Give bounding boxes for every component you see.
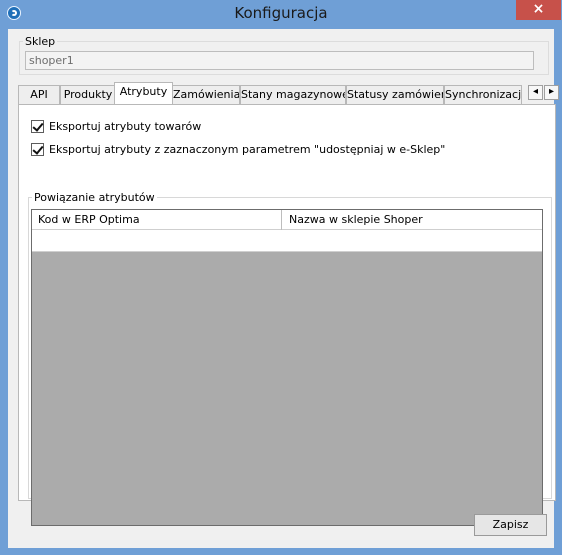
tab-stany-magazynowe[interactable]: Stany magazynowe [240,85,346,104]
grid-header: Kod w ERP Optima Nazwa w sklepie Shoper [32,210,542,230]
cell-erp-code[interactable] [32,230,281,251]
cell-shoper-name[interactable] [282,230,542,251]
tab-scroll-left-button[interactable]: ◂ [528,85,543,100]
attribute-mapping-label: Powiązanie atrybutów [32,191,157,204]
export-attributes-checkbox[interactable] [31,120,44,133]
tab-scroll-right-button[interactable]: ▸ [544,85,559,100]
title-bar[interactable]: Konfiguracja × [0,0,562,28]
tab-statusy-zamowien[interactable]: Statusy zamówień [346,85,444,104]
close-button[interactable]: × [516,0,561,20]
sklep-input[interactable] [25,51,534,70]
tab-synchronizacja[interactable]: Synchronizacja a [444,85,522,104]
atrybuty-panel: Eksportuj atrybuty towarów Eksportuj atr… [18,104,556,526]
share-attributes-label: Eksportuj atrybuty z zaznaczonym paramet… [49,143,446,156]
tab-atrybuty[interactable]: Atrybuty [114,82,173,104]
window-content: Sklep API Produkty Atrybuty Zamówienia S… [8,29,559,548]
configuration-window: Konfiguracja × Sklep API Produkty Atrybu… [0,0,562,555]
tab-api[interactable]: API [18,85,60,104]
sklep-label: Sklep [23,35,58,48]
column-header-shoper-name[interactable]: Nazwa w sklepie Shoper [289,210,529,229]
save-button[interactable]: Zapisz [474,514,547,536]
table-row[interactable] [32,230,542,252]
tab-zamowienia[interactable]: Zamówienia [172,85,240,104]
tab-produkty[interactable]: Produkty [60,85,116,104]
share-attributes-checkbox[interactable] [31,143,44,156]
tab-strip: API Produkty Atrybuty Zamówienia Stany m… [18,82,559,105]
attribute-mapping-grid[interactable]: Kod w ERP Optima Nazwa w sklepie Shoper [31,209,543,526]
column-header-erp-code[interactable]: Kod w ERP Optima [38,210,274,229]
export-attributes-label: Eksportuj atrybuty towarów [49,120,202,133]
window-title: Konfiguracja [234,4,328,22]
